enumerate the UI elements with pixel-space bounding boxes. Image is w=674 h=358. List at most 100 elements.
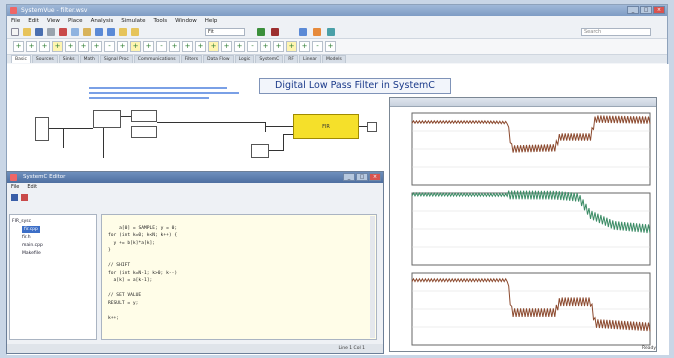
editor-maximize-button[interactable]: □ — [356, 173, 368, 181]
paste-icon[interactable] — [83, 28, 91, 36]
editor-status: Line 1 Col 1 — [7, 344, 383, 353]
systemc-editor-window: SystemC Editor _ □ × File Edit FIR_sysc f… — [6, 171, 384, 354]
component-button[interactable]: - — [156, 41, 167, 52]
window-title: SystemVue - filter.wsv — [21, 7, 88, 14]
source-block[interactable] — [35, 117, 49, 141]
menu-tools[interactable]: Tools — [154, 16, 168, 26]
component-button[interactable]: - — [312, 41, 323, 52]
component-button[interactable]: + — [325, 41, 336, 52]
component-button[interactable]: + — [130, 41, 141, 52]
tab-math[interactable]: Math — [79, 55, 99, 63]
component-button[interactable]: + — [91, 41, 102, 52]
component-button[interactable]: + — [169, 41, 180, 52]
menu-view[interactable]: View — [47, 16, 60, 26]
component-button[interactable]: + — [195, 41, 206, 52]
tab-filters[interactable]: Filters — [180, 55, 203, 63]
component-button[interactable]: - — [247, 41, 258, 52]
component-button[interactable]: + — [78, 41, 89, 52]
tab-logic[interactable]: Logic — [234, 55, 255, 63]
editor-icon — [10, 174, 17, 181]
tab-systemc[interactable]: SystemC — [255, 55, 284, 63]
editor-menu-edit[interactable]: Edit — [27, 183, 37, 192]
save-icon[interactable] — [11, 194, 18, 201]
component-button[interactable]: + — [39, 41, 50, 52]
title-bar: SystemVue - filter.wsv _ □ × — [7, 5, 667, 16]
tree-item[interactable]: main.cpp — [22, 243, 43, 248]
component-button[interactable]: + — [65, 41, 76, 52]
tree-item[interactable]: fir.h — [22, 235, 31, 240]
menu-simulate[interactable]: Simulate — [121, 16, 145, 26]
minimize-button[interactable]: _ — [627, 6, 639, 14]
schematic-notes — [89, 85, 239, 99]
editor-toolbar — [7, 192, 383, 203]
component-button[interactable]: + — [117, 41, 128, 52]
component-button[interactable]: + — [299, 41, 310, 52]
tab-rf[interactable]: RF — [284, 55, 298, 63]
save-icon[interactable] — [35, 28, 43, 36]
editor-menu-file[interactable]: File — [11, 183, 19, 192]
code-scrollbar[interactable] — [370, 216, 375, 338]
tab-models[interactable]: Models — [322, 55, 346, 63]
component-button[interactable]: - — [104, 41, 115, 52]
compile-icon[interactable] — [21, 194, 28, 201]
component-button[interactable]: + — [52, 41, 63, 52]
cut-icon[interactable] — [59, 28, 67, 36]
tune-icon[interactable] — [327, 28, 335, 36]
component-button[interactable]: + — [221, 41, 232, 52]
editor-close-button[interactable]: × — [369, 173, 381, 181]
undo-icon[interactable] — [95, 28, 103, 36]
search-input[interactable]: Search — [581, 28, 651, 36]
tab-sources[interactable]: Sources — [31, 55, 58, 63]
tree-item[interactable]: FIR_sysc — [12, 219, 31, 224]
menu-place[interactable]: Place — [68, 16, 83, 26]
copy-icon[interactable] — [71, 28, 79, 36]
palette-tabs: Basic Sources Sinks Math Signal Proc Communic… — [7, 55, 667, 63]
menu-window[interactable]: Window — [175, 16, 197, 26]
menu-analysis[interactable]: Analysis — [91, 16, 114, 26]
close-button[interactable]: × — [653, 6, 665, 14]
run-icon[interactable] — [257, 28, 265, 36]
tab-sinks[interactable]: Sinks — [58, 55, 79, 63]
adder-block[interactable] — [131, 110, 157, 122]
component-button[interactable]: + — [208, 41, 219, 52]
menu-help[interactable]: Help — [205, 16, 218, 26]
table-icon[interactable] — [313, 28, 321, 36]
graph-icon[interactable] — [299, 28, 307, 36]
component-button[interactable]: + — [273, 41, 284, 52]
component-button[interactable]: + — [260, 41, 271, 52]
sink-block[interactable] — [367, 122, 377, 132]
fir-systemc-block[interactable]: FIR — [293, 114, 359, 139]
editor-minimize-button[interactable]: _ — [343, 173, 355, 181]
tab-basic[interactable]: Basic — [11, 55, 31, 63]
stop-icon[interactable] — [271, 28, 279, 36]
component-button[interactable]: + — [182, 41, 193, 52]
code-editor[interactable]: a[0] = SAMPLE; y = 0; for (int k=0; k<N;… — [101, 214, 377, 340]
zoom-out-icon[interactable] — [131, 28, 139, 36]
menu-file[interactable]: File — [11, 16, 20, 26]
tab-communications[interactable]: Communications — [133, 55, 180, 63]
zoom-select[interactable]: Fit — [205, 28, 245, 36]
new-icon[interactable] — [11, 28, 19, 36]
print-icon[interactable] — [47, 28, 55, 36]
gain-block[interactable] — [131, 126, 157, 138]
frequency-response-plots — [411, 112, 651, 346]
tab-signal-proc[interactable]: Signal Proc — [99, 55, 133, 63]
sine-source-block[interactable] — [93, 110, 121, 128]
component-button[interactable]: + — [234, 41, 245, 52]
component-button[interactable]: + — [26, 41, 37, 52]
component-button[interactable]: + — [286, 41, 297, 52]
maximize-button[interactable]: □ — [640, 6, 652, 14]
clock-block[interactable] — [251, 144, 269, 158]
code-text: a[0] = SAMPLE; y = 0; for (int k=0; k<N;… — [108, 225, 178, 321]
tab-data-flow[interactable]: Data Flow — [203, 55, 234, 63]
tab-linear[interactable]: Linear — [299, 55, 321, 63]
tree-item[interactable]: Makefile — [22, 251, 41, 256]
zoom-in-icon[interactable] — [119, 28, 127, 36]
open-icon[interactable] — [23, 28, 31, 36]
tree-item[interactable]: fir.cpp — [22, 226, 40, 233]
component-button[interactable]: + — [13, 41, 24, 52]
menu-bar: File Edit View Place Analysis Simulate T… — [7, 16, 667, 26]
redo-icon[interactable] — [107, 28, 115, 36]
menu-edit[interactable]: Edit — [28, 16, 39, 26]
component-button[interactable]: + — [143, 41, 154, 52]
